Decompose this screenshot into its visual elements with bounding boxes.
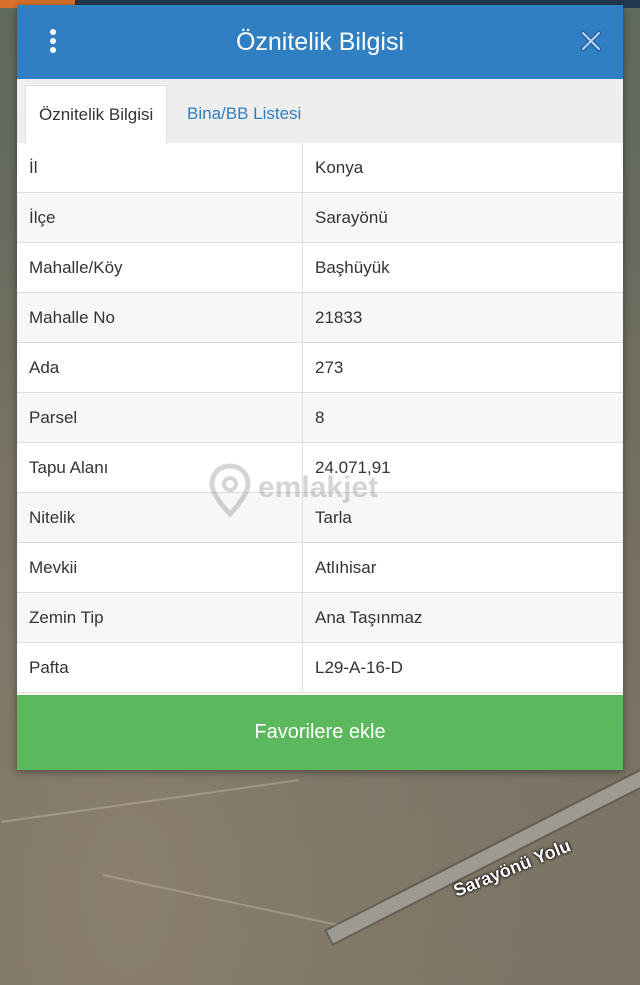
- attribute-value: 273: [315, 358, 344, 377]
- attribute-value: L29-A-16-D: [315, 658, 403, 677]
- watermark-text: emlakjet: [258, 471, 379, 504]
- add-to-favorites-button[interactable]: Favorilere ekle: [17, 695, 623, 770]
- table-row: Ada 273: [17, 343, 623, 393]
- close-icon[interactable]: [579, 29, 603, 53]
- attribute-key: Pafta: [29, 658, 69, 677]
- attribute-key: İlçe: [29, 208, 56, 227]
- table-row: İlçe Sarayönü: [17, 193, 623, 243]
- attribute-value: Başhüyük: [315, 258, 390, 277]
- attribute-key: Mevkii: [29, 558, 78, 577]
- table-row: Mevkii Atlıhisar: [17, 543, 623, 593]
- attribute-value: Konya: [315, 158, 364, 177]
- tab-building-list[interactable]: Bina/BB Listesi: [174, 85, 314, 143]
- field-boundary: [102, 874, 348, 928]
- attribute-key: İl: [29, 158, 38, 177]
- location-pin-icon: [209, 463, 251, 518]
- attribute-value: 21833: [315, 308, 363, 327]
- attribute-key: Zemin Tip: [29, 608, 104, 627]
- table-row: Mahalle/Köy Başhüyük: [17, 243, 623, 293]
- dialog-title: Öznitelik Bilgisi: [235, 28, 405, 56]
- tab-bar: Öznitelik Bilgisi Bina/BB Listesi: [17, 79, 623, 144]
- table-row: Parsel 8: [17, 393, 623, 443]
- dialog-header: Öznitelik Bilgisi: [17, 5, 623, 79]
- emlakjet-watermark: emlakjet: [208, 463, 418, 519]
- attribute-value: 8: [315, 408, 325, 427]
- attribute-key: Ada: [29, 358, 60, 377]
- attribute-value: Ana Taşınmaz: [315, 608, 423, 627]
- attribute-key: Mahalle No: [29, 308, 115, 327]
- attribute-table: İl Konya İlçe Sarayönü Mahalle/Köy Başhüyük…: [17, 143, 623, 693]
- table-row: Mahalle No 21833: [17, 293, 623, 343]
- table-row: İl Konya: [17, 143, 623, 193]
- attribute-value: Atlıhisar: [315, 558, 377, 577]
- tab-attribute-info[interactable]: Öznitelik Bilgisi: [25, 85, 168, 144]
- attribute-key: Parsel: [29, 408, 78, 427]
- attribute-dialog: Öznitelik Bilgisi Öznitelik Bilgisi Bina…: [17, 5, 623, 770]
- field-boundary: [1, 779, 299, 823]
- attribute-value: Sarayönü: [315, 208, 388, 227]
- attribute-key: Mahalle/Köy: [29, 258, 123, 277]
- kebab-menu-icon[interactable]: [45, 27, 61, 57]
- table-row: Zemin Tip Ana Taşınmaz: [17, 593, 623, 643]
- road: [326, 758, 640, 944]
- table-row: Pafta L29-A-16-D: [17, 643, 623, 693]
